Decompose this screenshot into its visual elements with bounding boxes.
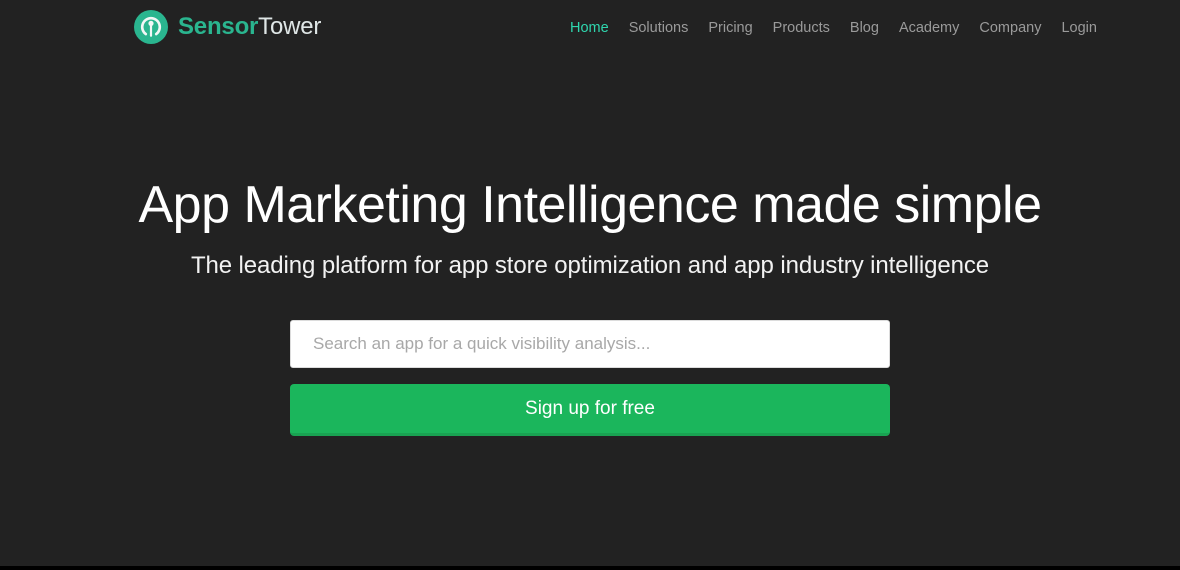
nav-item-solutions[interactable]: Solutions <box>619 18 699 38</box>
hero-signup-form: Sign up for free <box>290 320 890 436</box>
hero-headline: App Marketing Intelligence made simple <box>138 176 1042 234</box>
brand-wordmark-primary: Sensor <box>178 13 259 40</box>
sensor-tower-signal-icon <box>133 9 169 45</box>
sign-up-for-free-button[interactable]: Sign up for free <box>290 384 890 436</box>
brand-wordmark-secondary: Tower <box>258 13 322 40</box>
hero-subheadline: The leading platform for app store optim… <box>190 252 990 279</box>
nav-item-blog[interactable]: Blog <box>840 18 889 38</box>
nav-item-pricing[interactable]: Pricing <box>698 18 762 38</box>
bottom-black-strip <box>0 566 1180 570</box>
nav-item-home[interactable]: Home <box>560 18 619 38</box>
brand-logo-link[interactable]: SensorTower <box>133 8 321 46</box>
app-search-input[interactable] <box>290 320 890 368</box>
nav-item-academy[interactable]: Academy <box>889 18 969 38</box>
page-canvas: SensorTower Home Solutions Pricing Produ… <box>0 0 1180 566</box>
nav-item-login[interactable]: Login <box>1051 18 1106 38</box>
nav-item-products[interactable]: Products <box>763 18 840 38</box>
page-root: SensorTower Home Solutions Pricing Produ… <box>0 0 1180 570</box>
brand-wordmark: SensorTower <box>178 13 321 41</box>
main-nav: Home Solutions Pricing Products Blog Aca… <box>560 0 1107 55</box>
nav-item-company[interactable]: Company <box>969 18 1051 38</box>
site-header: SensorTower Home Solutions Pricing Produ… <box>0 0 1180 55</box>
